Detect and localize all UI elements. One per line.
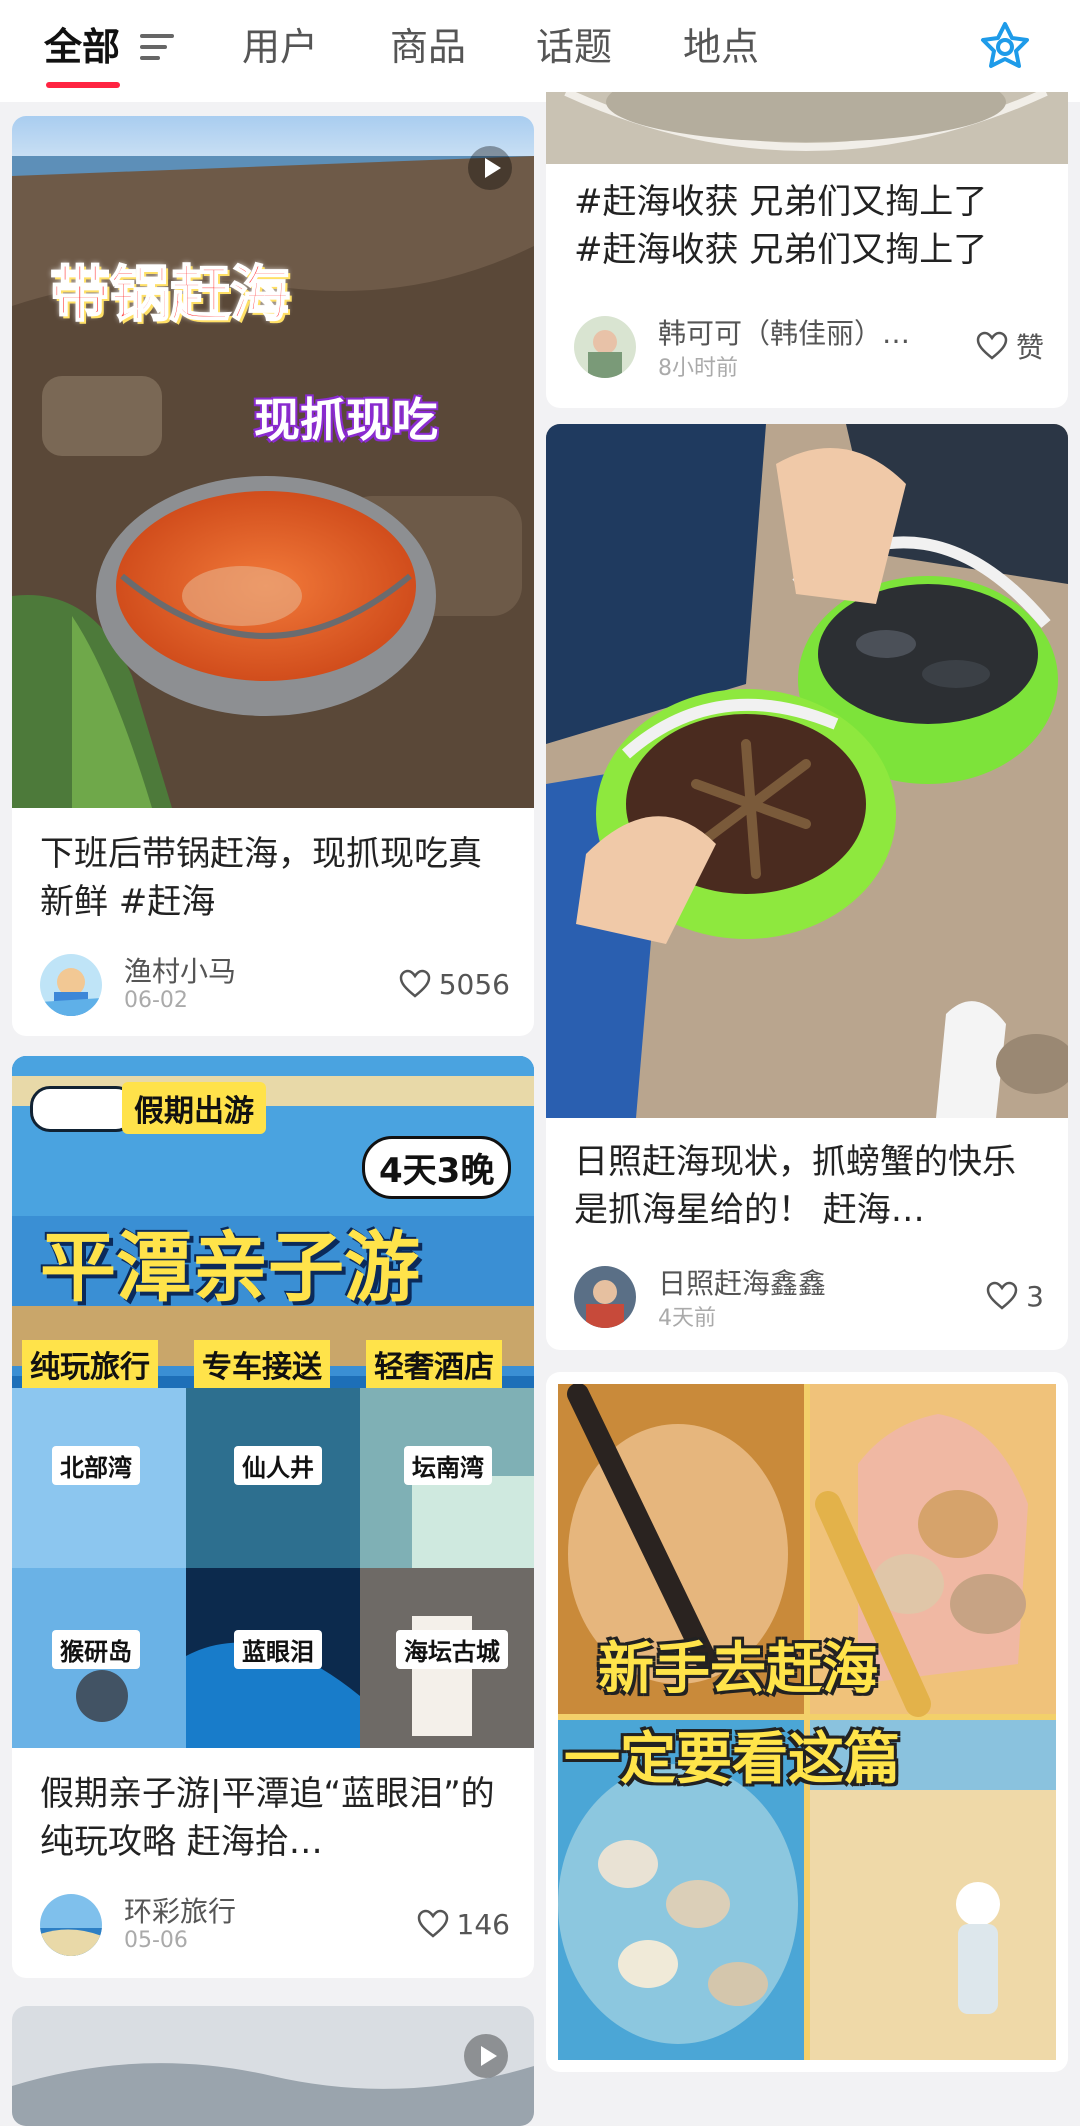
cover-overlay-title: 带锅赶海 [49,259,291,331]
cover-tag: 专车接送 [194,1340,330,1388]
post-date: 05-06 [124,1928,188,1953]
tab-all[interactable]: 全部 [44,22,120,72]
like-button[interactable]: 146 [417,1904,510,1944]
spot-label: 仙人井 [234,1446,322,1485]
like-button[interactable]: 赞 [976,326,1044,366]
spot-label: 猴研岛 [52,1630,140,1669]
tab-users[interactable]: 用户 [242,22,318,72]
spot-label: 海坛古城 [396,1630,508,1669]
author-name: 日照赶海鑫鑫 [658,1267,827,1300]
active-tab-indicator [46,82,120,88]
author-name: 环彩旅行 [124,1895,237,1928]
avatar[interactable] [574,316,636,378]
cover-bubble: 4天3晚 [362,1136,512,1199]
heart-icon [976,331,1008,360]
note-cover-image[interactable]: 带锅赶海 现抓现吃 [12,116,534,808]
like-button[interactable]: 3 [986,1276,1044,1316]
spot-label: 北部湾 [52,1446,140,1485]
tab-topics[interactable]: 话题 [536,22,612,72]
cover-tag: 纯玩旅行 [22,1340,158,1388]
video-play-icon [464,2034,508,2078]
post-date: 8小时前 [658,356,738,381]
note-author[interactable]: 韩可可（韩佳丽）… 8小时前 赞 [574,316,1044,381]
heart-icon [417,1909,448,1938]
post-date: 4天前 [658,1306,716,1331]
video-play-icon [468,146,512,190]
avatar[interactable] [40,954,102,1016]
like-button[interactable]: 5056 [399,964,510,1004]
like-count: 146 [456,1907,510,1941]
note-card[interactable]: 新手去赶海 一定要看这篇 [546,1372,1068,2072]
note-cover-image[interactable] [12,2006,534,2126]
top-tab-bar: 全部 用户 商品 话题 地点 [0,0,1080,102]
filter-icon[interactable] [140,34,174,64]
note-cover-image[interactable] [546,92,1068,164]
note-author[interactable]: 日照赶海鑫鑫 4天前 3 [574,1266,1044,1331]
author-name: 渔村小马 [124,955,237,988]
note-cover-image[interactable]: 假期出游 4天3晚 平潭亲子游 纯玩旅行 专车接送 轻奢酒店 北部湾 仙人井 坛… [12,1056,534,1748]
note-author[interactable]: 环彩旅行 05-06 146 [40,1894,510,1958]
like-count: 5056 [438,967,510,1001]
avatar[interactable] [574,1266,636,1328]
note-cover-image[interactable] [546,424,1068,1118]
note-title: 下班后带锅赶海，现抓现吃真新鲜 #赶海 [40,834,482,922]
note-card[interactable]: 假期出游 4天3晚 平潭亲子游 纯玩旅行 专车接送 轻奢酒店 北部湾 仙人井 坛… [12,1056,534,1978]
spot-label: 蓝眼泪 [234,1630,322,1669]
note-title-line: #赶海收获 兄弟们又掏上了 [574,230,988,270]
cover-overlay-subtitle: 现抓现吃 [254,393,438,447]
author-name: 韩可可（韩佳丽）… [658,317,911,350]
note-card[interactable]: 日照赶海现状，抓螃蟹的快乐是抓海星给的！ 赶海… 日照赶海鑫鑫 4天前 3 [546,424,1068,1350]
cover-overlay-subtitle: 一定要看这篇 [564,1727,900,1792]
cover-badge: 假期出游 [122,1082,266,1134]
note-card[interactable] [12,2006,534,2126]
avatar[interactable] [40,1894,102,1956]
cover-overlay-title: 新手去赶海 [598,1637,878,1702]
tab-places[interactable]: 地点 [683,22,759,72]
star-icon[interactable] [975,18,1035,78]
note-card[interactable]: #赶海收获 兄弟们又掏上了 #赶海收获 兄弟们又掏上了 韩可可（韩佳丽）… 8小… [546,92,1068,408]
like-count: 赞 [1015,331,1044,364]
cover-headline: 平潭亲子游 [40,1223,420,1312]
note-title: #赶海收获 兄弟们又掏上了 #赶海收获 兄弟们又掏上了 [574,178,1044,274]
note-title: 日照赶海现状，抓螃蟹的快乐是抓海星给的！ 赶海… [574,1142,1016,1230]
note-title: 假期亲子游|平潭追“蓝眼泪”的纯玩攻略 赶海拾… [40,1774,495,1862]
post-date: 06-02 [124,988,188,1013]
note-author[interactable]: 渔村小马 06-02 5056 [40,954,510,1018]
note-card[interactable]: 带锅赶海 现抓现吃 下班后带锅赶海，现抓现吃真新鲜 #赶海 渔村小马 06-02… [12,116,534,1036]
spot-label: 坛南湾 [404,1446,492,1485]
note-cover-image[interactable]: 新手去赶海 一定要看这篇 [558,1384,1056,2060]
like-count: 3 [1026,1279,1044,1313]
note-title-line: #赶海收获 兄弟们又掏上了 [574,182,988,222]
heart-icon [986,1281,1018,1310]
heart-icon [399,969,430,998]
cover-tag: 轻奢酒店 [366,1340,502,1388]
tab-products[interactable]: 商品 [390,22,466,72]
